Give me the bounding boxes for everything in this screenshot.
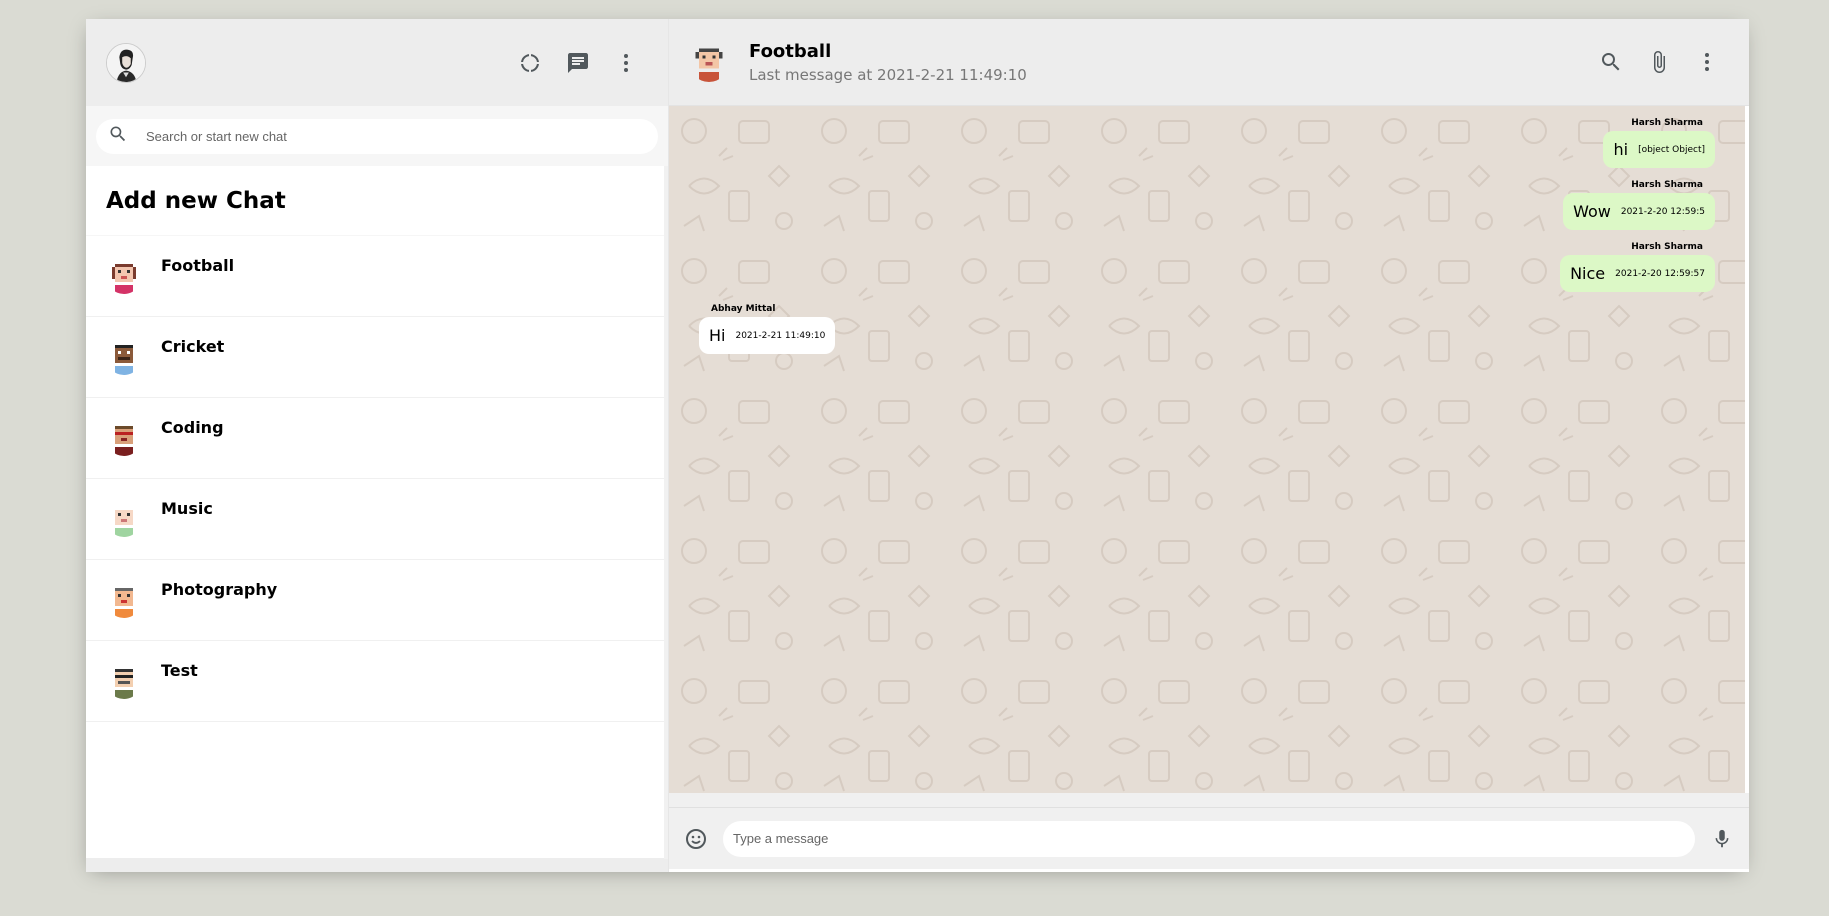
chat-panel: Football Last message at 2021-2-21 11:49… — [669, 19, 1749, 872]
sidebar-bottom-bar — [86, 858, 668, 872]
message-text: Nice — [1570, 264, 1606, 283]
chat-item-music[interactable]: Music — [86, 479, 668, 560]
message-sender: Harsh Sharma — [1631, 242, 1703, 252]
message-text: Wow — [1573, 202, 1611, 221]
room-name: Cricket — [161, 337, 225, 356]
room-avatar — [106, 339, 142, 375]
message-text: hi — [1613, 140, 1629, 159]
chat-item-coding[interactable]: Coding — [86, 398, 668, 479]
sidebar: Add new Chat Football Cricket Coding — [86, 19, 669, 872]
add-new-chat-button[interactable]: Add new Chat — [86, 166, 668, 236]
message-bubble[interactable]: Hi 2021-2-21 11:49:10 — [699, 317, 836, 354]
message: Harsh Sharma Wow 2021-2-20 12:59:5 — [699, 178, 1715, 230]
chat-item-cricket[interactable]: Cricket — [86, 317, 668, 398]
mic-icon[interactable] — [1707, 824, 1737, 854]
search-icon[interactable] — [1589, 40, 1633, 84]
add-new-chat-label: Add new Chat — [106, 187, 286, 214]
message-bubble[interactable]: Wow 2021-2-20 12:59:5 — [1563, 193, 1715, 230]
search-box — [96, 118, 658, 154]
message-sender: Harsh Sharma — [1631, 118, 1703, 128]
room-avatar — [106, 501, 142, 537]
sidebar-scrollbar[interactable] — [664, 166, 668, 859]
search-icon — [108, 124, 128, 148]
chat-icon[interactable] — [556, 41, 600, 85]
emoji-icon[interactable] — [681, 824, 711, 854]
chat-footer — [669, 807, 1749, 869]
message-list: Harsh Sharma hi [object Object] Harsh Sh… — [669, 106, 1745, 374]
chat-last-seen: Last message at 2021-2-21 11:49:10 — [749, 65, 1027, 84]
message-timestamp: 2021-2-20 12:59:5 — [1620, 206, 1705, 217]
more-vert-icon[interactable] — [604, 41, 648, 85]
room-name: Photography — [161, 580, 278, 599]
message-timestamp: 2021-2-20 12:59:57 — [1615, 268, 1705, 279]
message-timestamp: 2021-2-21 11:49:10 — [735, 330, 826, 341]
chat-room-name: Football — [749, 40, 832, 62]
message-bubble[interactable]: Nice 2021-2-20 12:59:57 — [1560, 255, 1715, 292]
room-name: Coding — [161, 418, 224, 437]
room-name: Football — [161, 256, 235, 275]
chat-header-info: Football Last message at 2021-2-21 11:49… — [749, 41, 1589, 84]
message-sender: Abhay Mittal — [711, 304, 776, 314]
room-avatar — [106, 663, 142, 699]
message-sender: Harsh Sharma — [1631, 180, 1703, 190]
message-input-box — [723, 820, 1695, 857]
message-timestamp: [object Object] — [1638, 144, 1705, 155]
sidebar-search — [86, 106, 668, 166]
chat-body: Harsh Sharma hi [object Object] Harsh Sh… — [669, 106, 1745, 793]
search-input[interactable] — [146, 128, 646, 144]
status-icon[interactable] — [508, 41, 552, 85]
room-avatar[interactable] — [689, 42, 729, 82]
room-avatar — [106, 420, 142, 456]
message: Harsh Sharma hi [object Object] — [699, 116, 1715, 168]
message: Abhay Mittal Hi 2021-2-21 11:49:10 — [699, 302, 1715, 354]
chat-list: Add new Chat Football Cricket Coding Mus… — [86, 166, 668, 858]
chat-item-football[interactable]: Football — [86, 236, 668, 317]
message-text: Hi — [709, 326, 726, 345]
more-vert-icon[interactable] — [1685, 40, 1729, 84]
chat-item-photography[interactable]: Photography — [86, 560, 668, 641]
message-bubble[interactable]: hi [object Object] — [1603, 131, 1715, 168]
user-avatar[interactable] — [106, 42, 146, 83]
sidebar-header — [86, 19, 668, 106]
room-name: Music — [161, 499, 213, 518]
whatsapp-app: Add new Chat Football Cricket Coding — [86, 19, 1749, 872]
chat-item-test[interactable]: Test — [86, 641, 668, 722]
chat-divider — [669, 793, 1749, 807]
message: Harsh Sharma Nice 2021-2-20 12:59:57 — [699, 240, 1715, 292]
room-avatar — [106, 582, 142, 618]
room-avatar — [106, 258, 142, 294]
chat-header: Football Last message at 2021-2-21 11:49… — [669, 19, 1749, 106]
message-input[interactable] — [733, 831, 1685, 846]
attach-icon[interactable] — [1637, 40, 1681, 84]
room-name: Test — [161, 661, 198, 680]
